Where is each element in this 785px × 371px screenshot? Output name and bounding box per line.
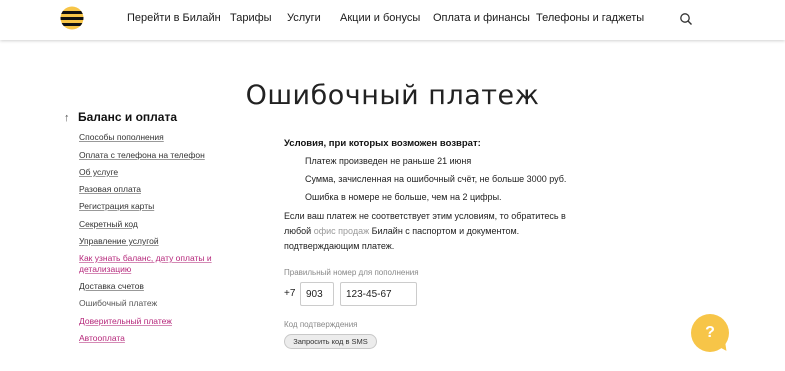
sales-office-link[interactable]: офис продаж (314, 226, 369, 236)
sidebar-item-secret-code[interactable]: Секретный код (79, 218, 138, 230)
phone-number-input[interactable]: 123-45-67 (340, 282, 417, 306)
page-title: Ошибочный платеж (245, 80, 540, 112)
info-line-2-end: Билайн с паспортом и документом. (369, 226, 520, 236)
condition-item: Ошибка в номере не больше, чем на 2 цифр… (305, 192, 502, 202)
conditions-title: Условия, при которых возможен возврат: (284, 138, 481, 149)
condition-item: Платеж произведен не раньше 21 июня (305, 156, 472, 166)
nav-item-services[interactable]: Услуги (287, 12, 321, 24)
confirm-code-label: Код подтверждения (284, 320, 358, 329)
sidebar-item-about-service[interactable]: Об услуге (79, 166, 118, 178)
help-button[interactable]: ? (691, 314, 729, 352)
sidebar-item-balance-info-line2[interactable]: детализацию (79, 263, 131, 275)
country-prefix: +7 (284, 288, 296, 299)
nav-item-go-to-beeline[interactable]: Перейти в Билайн (127, 12, 221, 24)
condition-item: Сумма, зачисленная на ошибочный счёт, не… (305, 174, 567, 184)
sidebar-item-autopay[interactable]: Автооплата (79, 332, 125, 344)
info-line-1: Если ваш платеж не соответствует этим ус… (284, 211, 566, 221)
sidebar-item-service-management[interactable]: Управление услугой (79, 235, 159, 247)
beeline-logo-icon[interactable] (60, 6, 84, 30)
number-field-label: Правильный номер для пополнения (284, 268, 419, 277)
nav-item-phones-gadgets[interactable]: Телефоны и гаджеты (536, 12, 644, 24)
sidebar-item-trust-payment[interactable]: Доверительный платеж (79, 315, 172, 327)
up-arrow-icon: ↑ (64, 112, 70, 124)
sidebar-item-top-up-methods[interactable]: Способы пополнения (79, 131, 164, 143)
info-paragraph: Если ваш платеж не соответствует этим ус… (284, 209, 584, 254)
sidebar-item-one-time-payment[interactable]: Разовая оплата (79, 183, 141, 195)
request-sms-code-button[interactable]: Запросить код в SMS (284, 334, 377, 349)
sidebar-heading[interactable]: ↑ Баланс и оплата (64, 110, 177, 124)
sidebar-heading-label: Баланс и оплата (78, 110, 177, 124)
top-header: Перейти в Билайн Тарифы Услуги Акции и б… (0, 0, 785, 40)
info-line-2: любой офис продаж Билайн с паспортом и д… (284, 224, 584, 239)
info-line-2-start: любой (284, 226, 314, 236)
sidebar-item-bill-delivery[interactable]: Доставка счетов (79, 280, 144, 292)
nav-item-payment-finance[interactable]: Оплата и финансы (433, 12, 530, 24)
info-line-3: подтверждающим платеж. (284, 241, 395, 251)
nav-item-tariffs[interactable]: Тарифы (230, 12, 272, 24)
sidebar-item-erroneous-payment: Ошибочный платеж (79, 298, 158, 308)
sidebar-item-phone-to-phone[interactable]: Оплата с телефона на телефон (79, 149, 205, 161)
operator-code-input[interactable]: 903 (300, 282, 334, 306)
nav-item-promotions[interactable]: Акции и бонусы (340, 12, 420, 24)
sidebar-item-card-registration[interactable]: Регистрация карты (79, 200, 154, 212)
search-icon[interactable] (679, 12, 693, 26)
